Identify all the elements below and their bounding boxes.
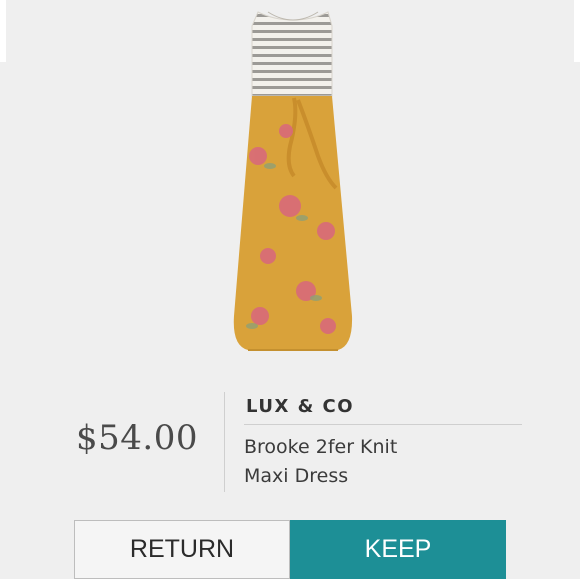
- horizontal-divider: [244, 424, 522, 425]
- keep-button[interactable]: KEEP: [290, 520, 506, 579]
- return-button-label: RETURN: [129, 535, 235, 563]
- frame-edge-right: [574, 0, 580, 62]
- product-image: [228, 6, 358, 360]
- product-name-line-1: Brooke 2fer Knit: [244, 436, 398, 458]
- product-name-line-2: Maxi Dress: [244, 465, 349, 487]
- return-button[interactable]: RETURN: [74, 520, 290, 579]
- product-name: Brooke 2fer Knit Maxi Dress: [244, 433, 514, 491]
- vertical-divider: [224, 392, 225, 492]
- price: $54.00: [76, 418, 198, 458]
- keep-button-label: KEEP: [364, 535, 432, 563]
- brand-name: LUX & CO: [246, 396, 355, 417]
- frame-edge-left: [0, 0, 6, 62]
